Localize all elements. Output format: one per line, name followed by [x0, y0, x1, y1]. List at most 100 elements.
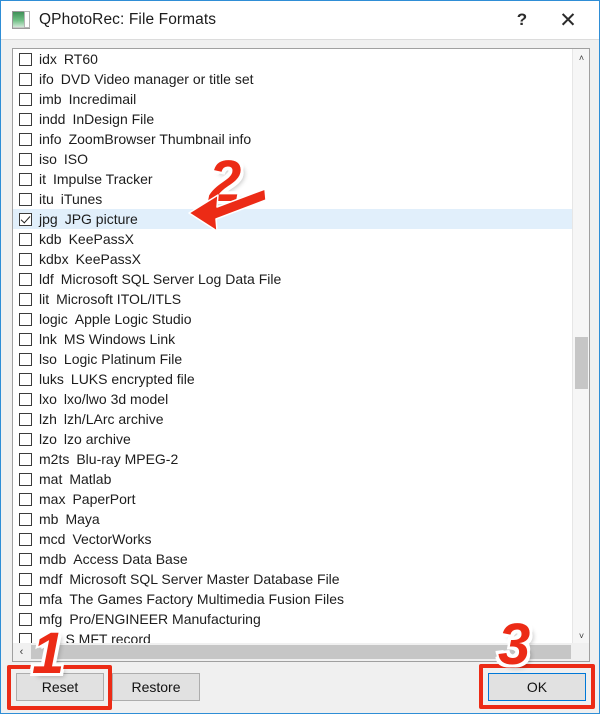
- file-format-row[interactable]: mft S MFT record: [13, 629, 573, 644]
- file-format-row[interactable]: kdb KeePassX: [13, 229, 573, 249]
- file-format-row[interactable]: mat Matlab: [13, 469, 573, 489]
- checkbox-icon[interactable]: [19, 172, 32, 186]
- file-format-row[interactable]: luks LUKS encrypted file: [13, 369, 573, 389]
- scroll-left-icon[interactable]: ‹: [13, 643, 30, 661]
- checkbox-icon[interactable]: [19, 432, 32, 446]
- checkbox-icon[interactable]: [19, 452, 32, 466]
- file-format-row[interactable]: jpg JPG picture: [13, 209, 573, 229]
- file-format-row[interactable]: mcd VectorWorks: [13, 529, 573, 549]
- file-format-row[interactable]: lnk MS Windows Link: [13, 329, 573, 349]
- file-format-row[interactable]: mdf Microsoft SQL Server Master Database …: [13, 569, 573, 589]
- file-format-row[interactable]: ldf Microsoft SQL Server Log Data File: [13, 269, 573, 289]
- file-format-extension: info: [39, 131, 62, 147]
- file-format-row[interactable]: lzo lzo archive: [13, 429, 573, 449]
- file-format-description: InDesign File: [72, 111, 155, 127]
- annotation-arrow-icon: [188, 188, 267, 232]
- file-format-row[interactable]: logic Apple Logic Studio: [13, 309, 573, 329]
- file-formats-dialog: QPhotoRec: File Formats ? ✕ idx RT60 ifo DV…: [0, 0, 600, 714]
- file-format-extension: mb: [39, 511, 59, 527]
- checkbox-icon[interactable]: [19, 72, 32, 86]
- file-format-row[interactable]: max PaperPort: [13, 489, 573, 509]
- checkbox-icon[interactable]: [19, 192, 32, 206]
- file-format-extension: lzo: [39, 431, 57, 447]
- file-format-extension: lxo: [39, 391, 57, 407]
- checkbox-icon[interactable]: [19, 592, 32, 606]
- checkbox-icon[interactable]: [19, 392, 32, 406]
- checkbox-icon[interactable]: [19, 332, 32, 346]
- file-formats-list[interactable]: idx RT60 ifo DVD Video manager or title set…: [12, 48, 590, 662]
- file-format-description: DVD Video manager or title set: [60, 71, 254, 87]
- checkbox-icon[interactable]: [19, 512, 32, 526]
- help-icon[interactable]: ?: [499, 1, 545, 39]
- file-format-description: MS Windows Link: [63, 331, 176, 347]
- title-bar-buttons: ? ✕: [499, 1, 599, 39]
- file-format-description: lzo archive: [63, 431, 131, 447]
- file-format-description: Incredimail: [68, 91, 137, 107]
- file-format-description: RT60: [63, 51, 98, 67]
- checkbox-icon[interactable]: [19, 612, 32, 626]
- checkbox-icon[interactable]: [19, 532, 32, 546]
- file-format-row[interactable]: mdb Access Data Base: [13, 549, 573, 569]
- file-format-description: Microsoft SQL Server Master Database Fil…: [69, 571, 340, 587]
- file-formats-viewport[interactable]: idx RT60 ifo DVD Video manager or title set…: [13, 49, 573, 644]
- checkbox-icon[interactable]: [19, 52, 32, 66]
- vertical-scrollbar[interactable]: ˄ ˅: [572, 49, 589, 644]
- file-format-description: ISO: [63, 151, 89, 167]
- horizontal-scrollbar-thumb[interactable]: [31, 645, 571, 659]
- file-format-extension: iso: [39, 151, 57, 167]
- file-format-row[interactable]: ifo DVD Video manager or title set: [13, 69, 573, 89]
- checkbox-icon[interactable]: [19, 232, 32, 246]
- file-format-row[interactable]: imb Incredimail: [13, 89, 573, 109]
- file-format-extension: mat: [39, 471, 63, 487]
- file-format-row[interactable]: info ZoomBrowser Thumbnail info: [13, 129, 573, 149]
- file-format-row[interactable]: lzh lzh/LArc archive: [13, 409, 573, 429]
- checkbox-icon[interactable]: [19, 212, 32, 226]
- file-format-extension: kdb: [39, 231, 62, 247]
- file-format-row[interactable]: itu iTunes: [13, 189, 573, 209]
- file-format-row[interactable]: indd InDesign File: [13, 109, 573, 129]
- file-format-description: PaperPort: [72, 491, 136, 507]
- file-format-description: VectorWorks: [72, 531, 152, 547]
- checkbox-icon[interactable]: [19, 352, 32, 366]
- file-format-row[interactable]: mb Maya: [13, 509, 573, 529]
- file-format-row[interactable]: m2ts Blu-ray MPEG-2: [13, 449, 573, 469]
- checkbox-icon[interactable]: [19, 112, 32, 126]
- file-format-row[interactable]: kdbx KeePassX: [13, 249, 573, 269]
- file-format-row[interactable]: lit Microsoft ITOL/ITLS: [13, 289, 573, 309]
- checkbox-icon[interactable]: [19, 132, 32, 146]
- checkbox-icon[interactable]: [19, 312, 32, 326]
- file-format-row[interactable]: lso Logic Platinum File: [13, 349, 573, 369]
- checkbox-icon[interactable]: [19, 552, 32, 566]
- file-format-description: Maya: [65, 511, 100, 527]
- file-format-row[interactable]: iso ISO: [13, 149, 573, 169]
- file-format-extension: it: [39, 171, 46, 187]
- file-format-extension: kdbx: [39, 251, 69, 267]
- checkbox-icon[interactable]: [19, 472, 32, 486]
- checkbox-icon[interactable]: [19, 272, 32, 286]
- file-format-row[interactable]: it Impulse Tracker: [13, 169, 573, 189]
- file-format-extension: indd: [39, 111, 66, 127]
- checkbox-icon[interactable]: [19, 92, 32, 106]
- close-icon[interactable]: ✕: [545, 1, 599, 39]
- vertical-scrollbar-thumb[interactable]: [575, 337, 588, 389]
- file-format-description: Microsoft SQL Server Log Data File: [60, 271, 282, 287]
- file-format-description: Apple Logic Studio: [74, 311, 192, 327]
- scroll-up-icon[interactable]: ˄: [573, 49, 589, 66]
- scroll-down-icon[interactable]: ˅: [573, 627, 589, 644]
- checkbox-icon[interactable]: [19, 572, 32, 586]
- file-format-extension: mdf: [39, 571, 63, 587]
- checkbox-icon[interactable]: [19, 412, 32, 426]
- file-format-row[interactable]: mfg Pro/ENGINEER Manufacturing: [13, 609, 573, 629]
- restore-button[interactable]: Restore: [112, 673, 200, 701]
- checkbox-icon[interactable]: [19, 152, 32, 166]
- checkbox-icon[interactable]: [19, 292, 32, 306]
- file-format-description: lxo/lwo 3d model: [63, 391, 169, 407]
- app-icon: [12, 11, 30, 29]
- checkbox-icon[interactable]: [19, 492, 32, 506]
- file-format-row[interactable]: lxo lxo/lwo 3d model: [13, 389, 573, 409]
- file-format-row[interactable]: idx RT60: [13, 49, 573, 69]
- checkbox-icon[interactable]: [19, 372, 32, 386]
- file-format-row[interactable]: mfa The Games Factory Multimedia Fusion F…: [13, 589, 573, 609]
- checkbox-icon[interactable]: [19, 252, 32, 266]
- annotation-highlight-ok: [479, 664, 595, 709]
